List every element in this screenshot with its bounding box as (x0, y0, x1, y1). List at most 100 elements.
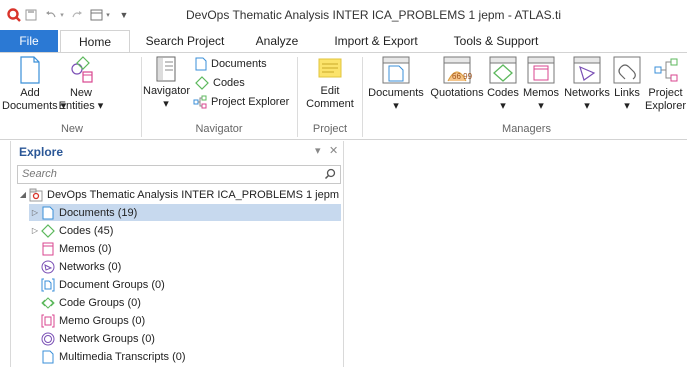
ribbon-tabs: File Home Search Project Analyze Import … (0, 30, 687, 52)
app-logo-icon (6, 7, 22, 23)
navigator-documents-label: Documents (211, 58, 267, 70)
codes-manager-dropdown-icon: ▾ (500, 100, 506, 112)
project-explorer-manager-button[interactable]: Project Explorer (644, 55, 687, 113)
explore-pane: Explore ▾ ✕ Search ◢ DevOps Thematic Ana… (10, 141, 344, 367)
edit-comment-label-1: Edit (320, 85, 340, 97)
save-icon[interactable] (24, 7, 38, 23)
document-icon (41, 206, 55, 220)
tree-item-document-group[interactable]: Document Groups (0) (29, 276, 341, 293)
documents-manager-label: Documents (368, 87, 424, 99)
expand-arrow-icon[interactable]: ▷ (29, 226, 41, 235)
svg-text:66 99: 66 99 (452, 72, 472, 81)
tree-item-label: Code Groups (0) (59, 296, 141, 309)
tree-item-network[interactable]: Networks (0) (29, 258, 341, 275)
tab-home[interactable]: Home (60, 30, 130, 52)
project-explorer-manager-icon (654, 58, 677, 82)
tree-item-label: Document Groups (0) (59, 278, 165, 291)
quotations-manager-label: Quotations (430, 87, 484, 99)
networks-manager-label: Networks (564, 87, 610, 99)
tree-item-memo[interactable]: Memos (0) (29, 240, 341, 257)
links-manager-icon (613, 56, 641, 84)
explore-title: Explore (19, 145, 64, 159)
explore-header: Explore ▾ ✕ (11, 141, 343, 163)
comment-icon (318, 58, 342, 78)
add-document-icon (20, 56, 40, 84)
project-explorer-manager-label-1: Project (648, 87, 683, 99)
memos-manager-button[interactable]: Memos ▾ (520, 55, 562, 113)
undo-dropdown-icon[interactable]: ▾ (58, 7, 66, 23)
document-icon (195, 57, 207, 71)
ribbon: Add Documents ▾ New Entities ▾ New Navig… (0, 52, 687, 140)
networks-manager-icon (573, 56, 601, 84)
tree-item-document[interactable]: ▷ Documents (19) (29, 204, 341, 221)
tab-tools-support[interactable]: Tools & Support (444, 30, 548, 52)
tree-item-memo-group[interactable]: Memo Groups (0) (29, 312, 341, 329)
network-icon (41, 260, 55, 274)
ribbon-separator (141, 57, 142, 137)
ribbon-separator (297, 57, 298, 137)
links-manager-button[interactable]: Links ▾ (612, 55, 642, 113)
tree-item-transcript[interactable]: Multimedia Transcripts (0) (29, 348, 341, 365)
search-placeholder: Search (22, 168, 57, 180)
collapse-arrow-icon[interactable]: ◢ (17, 190, 29, 199)
window-dropdown-icon[interactable]: ▾ (104, 7, 112, 23)
edit-comment-label-2: Comment (306, 98, 354, 110)
tree-root[interactable]: ◢ DevOps Thematic Analysis INTER ICA_PRO… (17, 186, 341, 203)
new-entities-icon (71, 56, 93, 83)
tab-search-project[interactable]: Search Project (140, 30, 230, 52)
transcript-icon (41, 350, 55, 364)
navigator-button[interactable]: Navigator ▾ (143, 55, 190, 111)
codes-manager-icon (489, 56, 517, 84)
undo-icon[interactable] (44, 7, 58, 23)
tab-analyze[interactable]: Analyze (244, 30, 310, 52)
new-entities-label-1: New (69, 87, 92, 99)
group-label-new: New (60, 123, 83, 135)
networks-manager-dropdown-icon: ▾ (584, 100, 590, 112)
code-icon (41, 223, 55, 238)
search-icon[interactable] (324, 168, 336, 180)
title-bar: ▾ ▾ ▼ DevOps Thematic Analysis INTER ICA… (0, 0, 687, 30)
add-documents-button[interactable]: Add Documents ▾ (2, 55, 66, 113)
navigator-documents-button[interactable]: Documents (195, 57, 267, 71)
memos-manager-dropdown-icon: ▾ (538, 100, 544, 112)
tree-item-label: Memos (0) (59, 242, 112, 255)
tree-item-label: Network Groups (0) (59, 332, 155, 345)
documents-manager-button[interactable]: Documents ▾ (366, 55, 426, 113)
group-label-navigator: Navigator (195, 123, 243, 135)
new-entities-button[interactable]: New Entities ▾ (58, 55, 104, 113)
add-documents-label-1: Add (20, 87, 40, 99)
navigator-project-explorer-button[interactable]: Project Explorer (193, 95, 289, 109)
tab-import-export[interactable]: Import & Export (326, 30, 426, 52)
window-title: DevOps Thematic Analysis INTER ICA_PROBL… (186, 8, 562, 22)
window-icon[interactable] (88, 7, 104, 23)
customize-toolbar-icon[interactable]: ▼ (118, 7, 130, 23)
links-manager-dropdown-icon: ▾ (624, 100, 630, 112)
search-input[interactable]: Search (17, 165, 341, 184)
memos-manager-label: Memos (522, 87, 560, 99)
expand-arrow-icon[interactable]: ▷ (29, 208, 41, 217)
navigator-codes-button[interactable]: Codes (195, 76, 245, 90)
close-icon[interactable]: ✕ (329, 144, 338, 157)
quotations-manager-button[interactable]: 66 99 Quotations (428, 55, 486, 100)
codes-manager-label: Codes (487, 87, 519, 99)
new-entities-label-2: Entities ▾ (58, 100, 104, 112)
navigator-icon (156, 56, 176, 82)
tree-root-label: DevOps Thematic Analysis INTER ICA_PROBL… (47, 188, 340, 201)
code-icon (195, 76, 209, 90)
group-label-managers: Managers (502, 123, 551, 135)
pane-options-icon[interactable]: ▾ (315, 144, 321, 157)
ribbon-separator (362, 57, 363, 137)
tab-file[interactable]: File (0, 30, 58, 52)
documents-manager-icon (382, 56, 410, 84)
edit-comment-button[interactable]: Edit Comment (300, 55, 360, 111)
documents-manager-dropdown-icon: ▾ (393, 100, 399, 112)
tree-item-code-group[interactable]: Code Groups (0) (29, 294, 341, 311)
networks-manager-button[interactable]: Networks ▾ (562, 55, 612, 113)
codes-manager-button[interactable]: Codes ▾ (486, 55, 520, 113)
add-documents-label-2: Documents ▾ (2, 100, 67, 112)
tree-item-code[interactable]: ▷ Codes (45) (29, 222, 341, 239)
tree-item-label: Documents (19) (59, 206, 138, 219)
tree-item-label: Memo Groups (0) (59, 314, 146, 327)
tree-item-network-group[interactable]: Network Groups (0) (29, 330, 341, 347)
redo-icon[interactable] (70, 7, 84, 23)
